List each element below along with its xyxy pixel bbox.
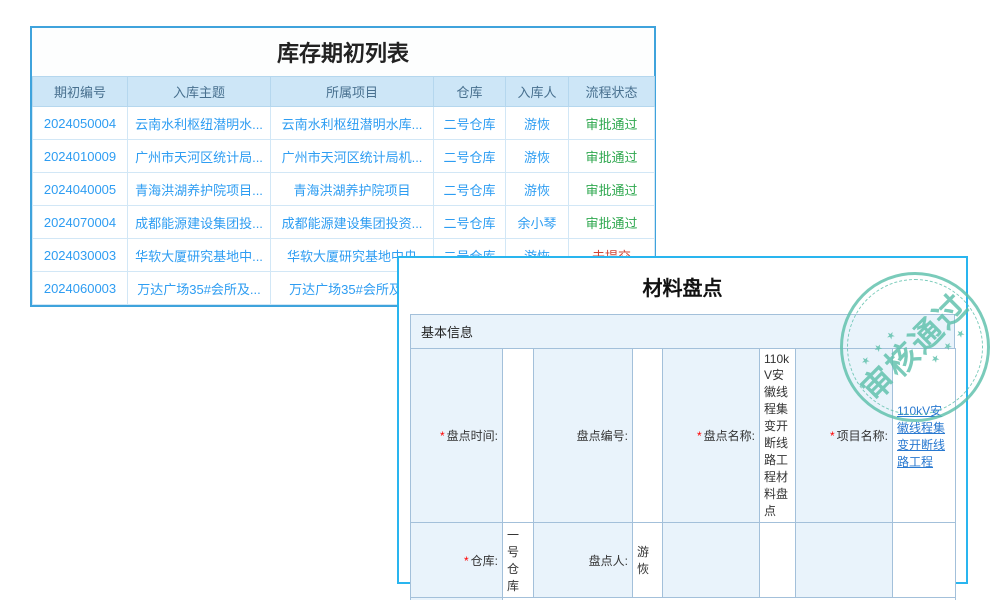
person-cell: 游恢 <box>506 140 569 173</box>
project-cell: 广州市天河区统计局机... <box>271 140 434 173</box>
column-header-status: 流程状态 <box>569 77 655 107</box>
project-name-value: 110kV安徽线程集变开断线路工程 <box>893 349 956 523</box>
initial-no-link[interactable]: 2024060003 <box>33 272 128 305</box>
status-badge: 审批通过 <box>569 173 655 206</box>
subject-cell: 华软大厦研究基地中... <box>128 239 271 272</box>
form-row-2: *仓库: 一号仓库 盘点人: 游恢 <box>411 523 956 598</box>
initial-no-link[interactable]: 2024050004 <box>33 107 128 140</box>
person-cell: 游恢 <box>506 107 569 140</box>
person-cell: 游恢 <box>506 173 569 206</box>
status-badge: 审批通过 <box>569 206 655 239</box>
required-asterisk: * <box>464 554 469 568</box>
required-asterisk: * <box>830 429 835 443</box>
project-cell: 青海洪湖养护院项目 <box>271 173 434 206</box>
material-check-form-table: *盘点时间: 盘点编号: *盘点名称: 110kV安徽线程集变开断线路工程材料盘… <box>410 348 956 600</box>
empty-label-cell <box>663 523 760 598</box>
inventory-list-title: 库存期初列表 <box>32 28 654 76</box>
project-cell: 成都能源建设集团投资... <box>271 206 434 239</box>
initial-no-link[interactable]: 2024040005 <box>33 173 128 206</box>
table-row: 2024040005 青海洪湖养护院项目... 青海洪湖养护院项目 二号仓库 游… <box>33 173 655 206</box>
subject-cell: 青海洪湖养护院项目... <box>128 173 271 206</box>
check-name-value: 110kV安徽线程集变开断线路工程材料盘点 <box>760 349 796 523</box>
column-header-project: 所属项目 <box>271 77 434 107</box>
basic-info-section-header: 基本信息 <box>410 314 955 349</box>
warehouse-cell: 二号仓库 <box>434 107 506 140</box>
required-asterisk: * <box>440 429 445 443</box>
check-no-label: 盘点编号: <box>534 349 633 523</box>
empty-label-cell <box>796 523 893 598</box>
column-header-person: 入库人 <box>506 77 569 107</box>
checker-value: 游恢 <box>633 523 663 598</box>
warehouse-cell: 二号仓库 <box>434 206 506 239</box>
desktop-canvas: 库存期初列表 期初编号 入库主题 所属项目 仓库 入库人 流程状态 202405… <box>0 0 1000 600</box>
check-name-label: *盘点名称: <box>663 349 760 523</box>
column-header-initial-no: 期初编号 <box>33 77 128 107</box>
check-time-value[interactable] <box>503 349 534 523</box>
material-check-panel: 材料盘点 基本信息 *盘点时间: 盘点编号: *盘点名称: 110kV安徽线程集… <box>397 256 968 584</box>
warehouse-value: 一号仓库 <box>503 523 534 598</box>
initial-no-link[interactable]: 2024010009 <box>33 140 128 173</box>
column-header-subject: 入库主题 <box>128 77 271 107</box>
project-name-label: *项目名称: <box>796 349 893 523</box>
material-check-title: 材料盘点 <box>399 258 966 314</box>
table-row: 2024010009 广州市天河区统计局... 广州市天河区统计局机... 二号… <box>33 140 655 173</box>
status-badge: 审批通过 <box>569 107 655 140</box>
subject-cell: 万达广场35#会所及... <box>128 272 271 305</box>
table-row: 2024050004 云南水利枢纽潜明水... 云南水利枢纽潜明水库... 二号… <box>33 107 655 140</box>
warehouse-cell: 二号仓库 <box>434 140 506 173</box>
initial-no-link[interactable]: 2024070004 <box>33 206 128 239</box>
status-badge: 审批通过 <box>569 140 655 173</box>
inventory-table-header-row: 期初编号 入库主题 所属项目 仓库 入库人 流程状态 <box>33 77 655 107</box>
empty-value-cell <box>760 523 796 598</box>
subject-cell: 云南水利枢纽潜明水... <box>128 107 271 140</box>
project-cell: 云南水利枢纽潜明水库... <box>271 107 434 140</box>
empty-value-cell <box>893 523 956 598</box>
check-no-value[interactable] <box>633 349 663 523</box>
column-header-warehouse: 仓库 <box>434 77 506 107</box>
project-link[interactable]: 110kV安徽线程集变开断线路工程 <box>897 404 945 469</box>
checker-label: 盘点人: <box>534 523 633 598</box>
person-cell: 余小琴 <box>506 206 569 239</box>
warehouse-label: *仓库: <box>411 523 503 598</box>
warehouse-cell: 二号仓库 <box>434 173 506 206</box>
table-row: 2024070004 成都能源建设集团投... 成都能源建设集团投资... 二号… <box>33 206 655 239</box>
required-asterisk: * <box>697 429 702 443</box>
subject-cell: 广州市天河区统计局... <box>128 140 271 173</box>
check-time-label: *盘点时间: <box>411 349 503 523</box>
subject-cell: 成都能源建设集团投... <box>128 206 271 239</box>
form-row-1: *盘点时间: 盘点编号: *盘点名称: 110kV安徽线程集变开断线路工程材料盘… <box>411 349 956 523</box>
initial-no-link[interactable]: 2024030003 <box>33 239 128 272</box>
